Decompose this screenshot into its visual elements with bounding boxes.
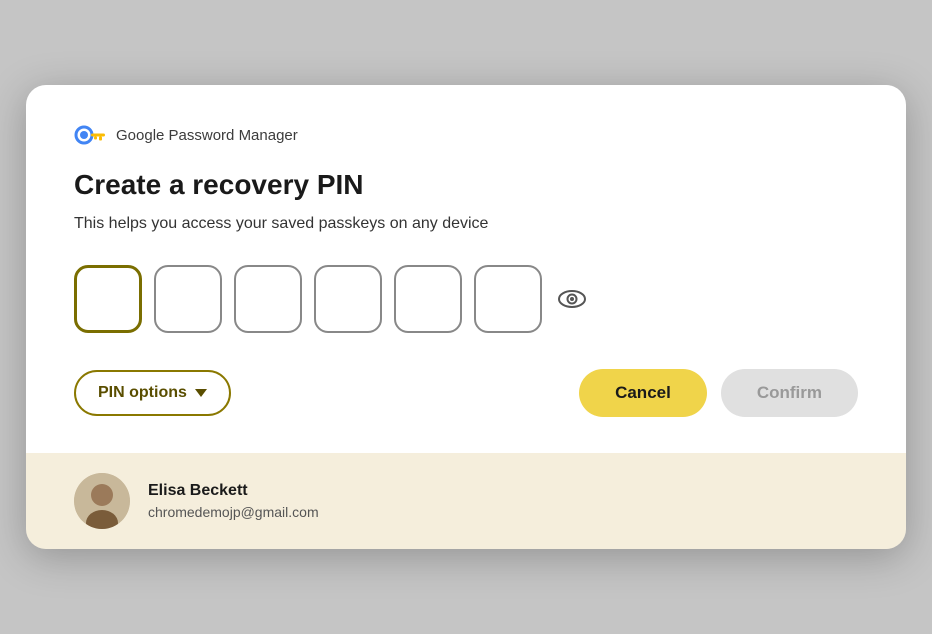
app-header: Google Password Manager [74,125,858,145]
action-row: PIN options Cancel Confirm [74,369,858,417]
user-email: chromedemojp@gmail.com [148,504,319,520]
pin-box-2[interactable] [154,265,222,333]
toggle-pin-visibility-button[interactable] [554,281,590,317]
pin-box-5[interactable] [394,265,462,333]
avatar [74,473,130,529]
chevron-down-icon [195,389,207,397]
dialog-heading: Create a recovery PIN [74,169,858,201]
modal-body: Google Password Manager Create a recover… [26,85,906,453]
user-info: Elisa Beckett chromedemojp@gmail.com [148,482,319,520]
pin-options-label: PIN options [98,384,187,402]
user-name: Elisa Beckett [148,482,319,500]
pin-box-1[interactable] [74,265,142,333]
pin-box-4[interactable] [314,265,382,333]
primary-action-buttons: Cancel Confirm [579,369,858,417]
app-name-label: Google Password Manager [116,127,298,144]
pin-box-3[interactable] [234,265,302,333]
cancel-button[interactable]: Cancel [579,369,707,417]
dialog-subtitle: This helps you access your saved passkey… [74,215,858,233]
pin-input-row [74,265,858,333]
pin-box-6[interactable] [474,265,542,333]
user-account-footer: Elisa Beckett chromedemojp@gmail.com [26,453,906,549]
confirm-button[interactable]: Confirm [721,369,858,417]
gpm-logo-icon [74,125,106,145]
pin-options-button[interactable]: PIN options [74,370,231,416]
modal-dialog: Google Password Manager Create a recover… [26,85,906,549]
